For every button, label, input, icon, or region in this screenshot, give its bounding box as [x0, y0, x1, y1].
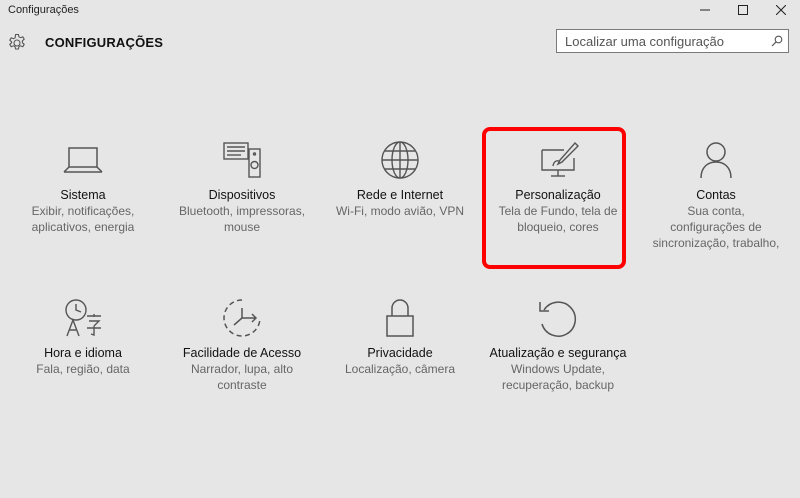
globe-icon — [381, 141, 419, 179]
search-input[interactable] — [557, 30, 770, 52]
window-title: Configurações — [8, 4, 79, 16]
ease-of-access-icon — [223, 299, 261, 337]
tile-desc: Bluetooth, impressoras, — [178, 204, 306, 218]
tile-hora-idioma[interactable]: Hora e idioma Fala, região, data — [8, 298, 158, 377]
tile-desc: Wi-Fi, modo avião, VPN — [335, 204, 465, 218]
tile-desc: Exibir, notificações, — [31, 204, 135, 218]
tile-name: Hora e idioma — [44, 346, 122, 360]
person-icon — [700, 142, 732, 179]
tile-privacidade[interactable]: Privacidade Localização, câmera — [325, 298, 475, 377]
tile-desc: sincronização, trabalho, — [652, 236, 780, 250]
minimize-button[interactable] — [686, 0, 724, 20]
devices-icon — [223, 142, 261, 178]
tile-name: Privacidade — [367, 346, 433, 360]
tile-desc: Localização, câmera — [344, 362, 456, 376]
page-title: CONFIGURAÇÕES — [45, 35, 164, 50]
tile-sistema[interactable]: Sistema Exibir, notificações, aplicativo… — [8, 140, 158, 235]
maximize-button[interactable] — [724, 0, 762, 20]
tile-atualizacao-seguranca[interactable]: Atualização e segurança Windows Update, … — [483, 298, 633, 393]
window-controls — [686, 0, 800, 22]
close-icon — [776, 5, 786, 15]
gear-icon — [9, 33, 25, 50]
update-icon — [539, 301, 577, 337]
time-language-icon — [65, 299, 101, 337]
tile-desc: Fala, região, data — [36, 362, 130, 376]
tile-rede-internet[interactable]: Rede e Internet Wi-Fi, modo avião, VPN — [325, 140, 475, 219]
tile-desc: Sua conta, — [687, 204, 745, 218]
close-button[interactable] — [762, 0, 800, 20]
lock-icon — [386, 299, 414, 337]
tile-desc: Narrador, lupa, alto — [190, 362, 294, 376]
search-box[interactable] — [556, 29, 789, 53]
settings-window: Configurações CONFIGURAÇÕES Localizar um… — [0, 0, 800, 498]
laptop-icon — [63, 147, 103, 173]
tile-name: Atualização e segurança — [489, 346, 627, 360]
tile-name: Rede e Internet — [356, 188, 444, 202]
tile-desc: aplicativos, energia — [31, 220, 135, 234]
tile-desc: configurações de — [670, 220, 762, 234]
tile-contas[interactable]: Contas Sua conta, configurações de sincr… — [641, 140, 791, 251]
tile-desc: Windows Update, — [510, 362, 606, 376]
title-bar: Configurações — [0, 0, 800, 22]
tile-desc: contraste — [217, 378, 267, 392]
tile-dispositivos[interactable]: Dispositivos Bluetooth, impressoras, mou… — [167, 140, 317, 235]
tile-name: Dispositivos — [208, 188, 276, 202]
tile-desc: recuperação, backup — [501, 378, 615, 392]
tile-name: Facilidade de Acesso — [182, 346, 302, 360]
tile-desc: mouse — [223, 220, 261, 234]
minimize-icon — [700, 9, 710, 11]
maximize-icon — [738, 5, 748, 15]
highlight-box — [482, 127, 626, 269]
tile-name: Sistema — [60, 188, 106, 202]
tile-facilidade-acesso[interactable]: Facilidade de Acesso Narrador, lupa, alt… — [167, 298, 317, 393]
tile-name: Contas — [696, 188, 736, 202]
search-icon[interactable] — [771, 35, 783, 47]
